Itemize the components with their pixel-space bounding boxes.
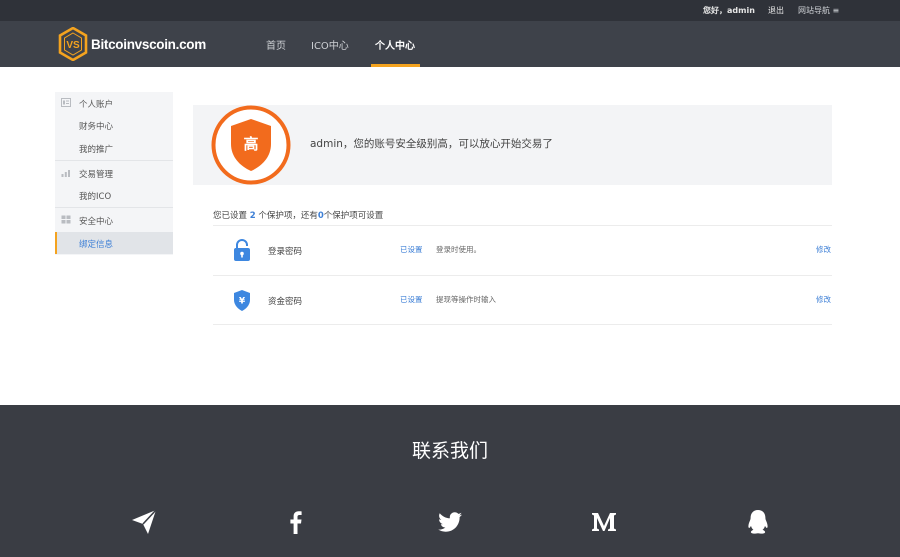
grid-icon [61,215,71,224]
protection-summary: 您已设置 2 个保护项，还有0个保护项可设置 [213,209,383,221]
modify-login-password-link[interactable]: 修改 [816,244,831,255]
svg-text:¥: ¥ [239,297,246,307]
row-name: 资金密码 [268,297,303,307]
twitter-icon[interactable] [436,508,464,536]
sidebar-item-finance[interactable]: 财务中心 [55,114,173,136]
sidebar-group-title: 个人账户 [79,100,114,110]
telegram-icon[interactable] [130,508,158,536]
sidebar-group-security[interactable]: 安全中心 [55,209,173,231]
sidebar-item-label: 绑定信息 [79,240,114,250]
sidebar-item-label: 我的ICO [79,192,112,202]
nav-ico-center[interactable]: ICO中心 [311,37,349,52]
active-nav-indicator [371,64,420,67]
logo-text: Bitcoinvscoin.com [91,36,206,52]
row-description: 提现等操作时输入 [436,295,496,304]
sidebar-divider [55,207,173,208]
row-name: 登录密码 [268,247,303,257]
lock-icon [234,239,250,261]
sidebar-group-trade[interactable]: 交易管理 [55,162,173,184]
security-row-fund-password: ¥ 资金密码 已设置 提现等操作时输入 修改 [213,275,832,325]
row-status: 已设置 [400,295,423,304]
sidebar-group-title: 交易管理 [79,170,114,180]
chart-icon [61,170,70,177]
logo-mark-text: VS [66,40,80,51]
sidebar-item-referral[interactable]: 我的推广 [55,137,173,159]
sidebar-group-account[interactable]: 个人账户 [55,92,173,114]
sidebar-item-label: 我的推广 [79,145,114,155]
logo-hexagon-icon: VS [58,27,88,61]
sidebar-divider [55,160,173,161]
sidebar-item-binding-info[interactable]: 绑定信息 [55,232,173,254]
qq-icon[interactable] [744,508,772,536]
nav-home[interactable]: 首页 [266,37,286,52]
security-level-shield-icon: 高 [211,105,291,185]
modify-fund-password-link[interactable]: 修改 [816,294,831,305]
facebook-icon[interactable] [282,508,310,536]
security-level-message: admin，您的账号安全级别高，可以放心开始交易了 [310,138,553,150]
yuan-shield-icon: ¥ [234,290,250,311]
set-count: 2 [249,211,256,221]
sidebar-item-my-ico[interactable]: 我的ICO [55,184,173,206]
medium-icon[interactable] [590,508,618,536]
security-level-char: 高 [243,135,258,153]
sidebar: 个人账户 财务中心 我的推广 交易管理 我的ICO 安全中心 绑定信息 [55,92,173,255]
sidebar-group-title: 安全中心 [79,217,114,227]
site-nav-link[interactable]: 网站导航 ≡ [798,5,839,16]
main-header: VS Bitcoinvscoin.com 首页 ICO中心 个人中心 [0,21,900,67]
nav-user-center[interactable]: 个人中心 [375,37,415,52]
user-account-icon [61,98,71,107]
site-logo[interactable]: VS Bitcoinvscoin.com [58,26,206,62]
sidebar-item-label: 财务中心 [79,122,114,132]
contact-us-title: 联系我们 [411,440,488,462]
summary-mid: 个保护项，还有 [258,211,318,221]
logout-link[interactable]: 退出 [768,5,784,16]
user-greeting[interactable]: 您好，admin [703,5,755,16]
security-level-panel: 高 admin，您的账号安全级别高，可以放心开始交易了 [193,105,832,185]
security-row-login-password: 登录密码 已设置 登录时使用。 修改 [213,225,832,275]
top-bar: 您好，admin 退出 网站导航 ≡ [0,0,900,21]
row-status: 已设置 [400,245,423,254]
row-description: 登录时使用。 [436,245,481,254]
footer: 联系我们 [0,405,900,557]
summary-suffix: 个保护项可设置 [323,211,384,221]
summary-prefix: 您已设置 [213,211,248,221]
